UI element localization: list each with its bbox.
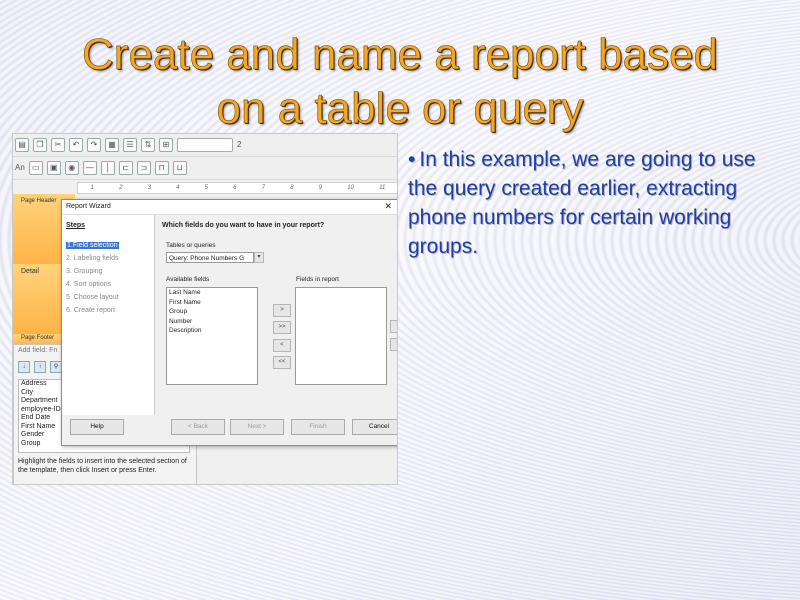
list-item[interactable]: Last Name bbox=[169, 288, 257, 298]
back-button[interactable]: < Back bbox=[171, 419, 225, 435]
cancel-button[interactable]: Cancel bbox=[352, 419, 397, 435]
vertical-line-icon[interactable]: │ bbox=[100, 161, 115, 175]
bullet-text: In this example, we are going to use the… bbox=[408, 148, 756, 258]
available-fields-label: Available fields bbox=[166, 276, 210, 283]
wizard-steps-pane: Steps 1.Field selection 2. Labeling fiel… bbox=[62, 215, 155, 415]
slide-bullet: • In this example, we are going to use th… bbox=[408, 145, 778, 261]
fields-in-report-label: Fields in report bbox=[296, 276, 339, 283]
step-create-report[interactable]: 6. Create report bbox=[66, 307, 115, 314]
available-fields-list[interactable]: Last Name First Name Group Number Descri… bbox=[166, 287, 258, 385]
chart-icon[interactable]: ◉ bbox=[64, 161, 79, 175]
remove-field-button[interactable]: < bbox=[273, 339, 291, 352]
insert-field-icon[interactable]: ⊞ bbox=[159, 138, 173, 152]
dialog-titlebar: Report Wizard ✕ bbox=[62, 200, 397, 215]
font-size-combo[interactable]: 2 bbox=[237, 139, 241, 151]
close-icon[interactable]: ✕ bbox=[384, 201, 392, 212]
step-labeling-fields[interactable]: 2. Labeling fields bbox=[66, 255, 119, 262]
tables-queries-select[interactable]: Query: Phone Numbers G bbox=[166, 252, 254, 263]
next-button[interactable]: Next > bbox=[230, 419, 284, 435]
list-item[interactable]: Group bbox=[169, 307, 257, 317]
remove-all-fields-button[interactable]: << bbox=[273, 356, 291, 369]
report-navigator-icon[interactable]: ☰ bbox=[123, 138, 137, 152]
page-view-icon[interactable]: ▦ bbox=[105, 138, 119, 152]
sort-icon[interactable]: ⇅ bbox=[141, 138, 155, 152]
sort-descending-icon[interactable]: ↑ bbox=[34, 361, 46, 373]
finish-button[interactable]: Finish bbox=[291, 419, 345, 435]
list-item[interactable]: First Name bbox=[169, 298, 257, 308]
horizontal-ruler: 1 2 3 4 5 6 7 8 9 10 11 bbox=[77, 182, 397, 194]
bullet-marker: • bbox=[408, 148, 416, 171]
copy-icon[interactable]: ❐ bbox=[33, 138, 47, 152]
report-wizard-dialog: Report Wizard ✕ Steps 1.Field selection … bbox=[61, 199, 397, 446]
step-grouping[interactable]: 3. Grouping bbox=[66, 268, 103, 275]
horizontal-line-icon[interactable]: ― bbox=[82, 161, 97, 175]
help-button[interactable]: Help bbox=[70, 419, 124, 435]
label-field-icon[interactable]: An bbox=[15, 162, 25, 174]
chevron-down-icon[interactable]: ▾ bbox=[254, 252, 264, 263]
step-choose-layout[interactable]: 5. Choose layout bbox=[66, 294, 119, 301]
align-left-icon[interactable]: ⊏ bbox=[118, 161, 133, 175]
wizard-question: Which fields do you want to have in your… bbox=[162, 222, 325, 229]
step-field-selection[interactable]: 1.Field selection bbox=[66, 242, 119, 249]
add-field-button[interactable]: > bbox=[273, 304, 291, 317]
slide-title-line-1: Create and name a report based bbox=[82, 30, 719, 80]
align-top-icon[interactable]: ⊓ bbox=[154, 161, 169, 175]
add-all-fields-button[interactable]: >> bbox=[273, 321, 291, 334]
move-down-button[interactable]: v bbox=[390, 338, 397, 351]
redo-icon[interactable]: ↷ bbox=[87, 138, 101, 152]
steps-heading: Steps bbox=[66, 222, 86, 229]
list-item[interactable]: Number bbox=[169, 317, 257, 327]
add-field-title: Add field: Fn bbox=[18, 347, 58, 354]
paste-icon[interactable]: ▤ bbox=[15, 138, 29, 152]
undo-icon[interactable]: ↶ bbox=[69, 138, 83, 152]
slide-title-line-2: on a table or query bbox=[216, 84, 584, 134]
standard-toolbar: ▤ ❐ ✂ ↶ ↷ ▦ ☰ ⇅ ⊞ 2 bbox=[13, 134, 397, 157]
format-toolbar: An ▭ ▣ ◉ ― │ ⊏ ⊐ ⊓ ⊔ bbox=[13, 157, 397, 180]
step-sort-options[interactable]: 4. Sort options bbox=[66, 281, 111, 288]
add-field-hint: Highlight the fields to insert into the … bbox=[18, 458, 187, 474]
font-name-combo[interactable] bbox=[177, 138, 233, 152]
sort-ascending-icon[interactable]: ↓ bbox=[18, 361, 30, 373]
move-up-button[interactable]: ^ bbox=[390, 320, 397, 333]
tables-label: Tables or queries bbox=[166, 242, 216, 249]
image-icon[interactable]: ▣ bbox=[46, 161, 61, 175]
align-right-icon[interactable]: ⊐ bbox=[136, 161, 151, 175]
list-item[interactable]: Description bbox=[169, 326, 257, 336]
report-builder-screenshot: ▤ ❐ ✂ ↶ ↷ ▦ ☰ ⇅ ⊞ 2 An ▭ ▣ ◉ ― │ ⊏ ⊐ ⊓ ⊔… bbox=[12, 133, 398, 485]
align-bottom-icon[interactable]: ⊔ bbox=[172, 161, 187, 175]
text-field-icon[interactable]: ▭ bbox=[28, 161, 43, 175]
slide-title: Create and name a report based on a tabl… bbox=[0, 28, 800, 136]
fields-in-report-list[interactable] bbox=[295, 287, 387, 385]
cut-icon[interactable]: ✂ bbox=[51, 138, 65, 152]
add-field-toolbar: ↓ ↑ ⚲ bbox=[18, 361, 62, 373]
dialog-title: Report Wizard bbox=[66, 203, 111, 210]
